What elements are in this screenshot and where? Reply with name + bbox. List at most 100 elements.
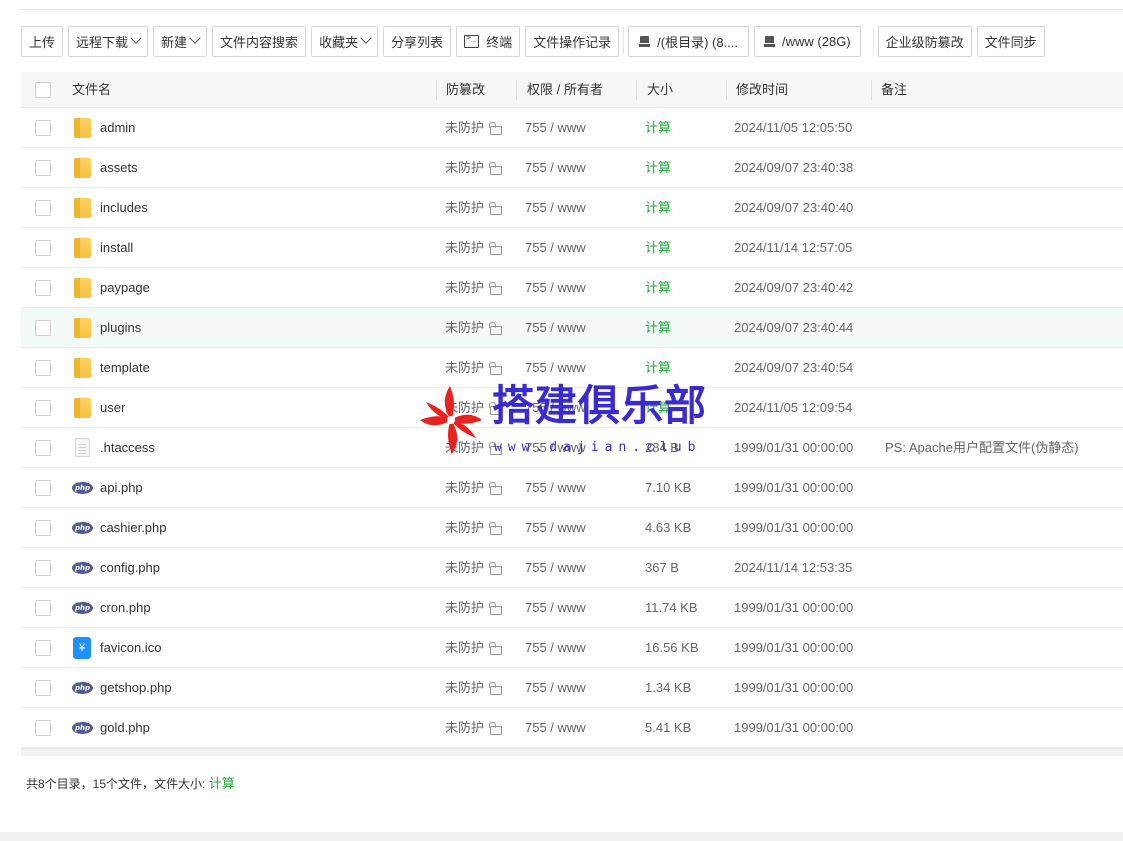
- file-name[interactable]: gold.php: [100, 708, 150, 748]
- file-name[interactable]: config.php: [100, 548, 160, 588]
- file-name[interactable]: getshop.php: [100, 668, 172, 708]
- permission-owner[interactable]: 755 / www: [525, 268, 586, 308]
- row-checkbox[interactable]: [35, 160, 51, 176]
- calc-size-link[interactable]: 计算: [645, 268, 671, 308]
- table-row[interactable]: php gold.php 未防护 755 / www 5.41 KB 1999/01/31…: [21, 708, 1123, 748]
- file-sync-button[interactable]: 文件同步: [976, 25, 1045, 57]
- file-name[interactable]: plugins: [100, 308, 141, 348]
- calc-size-link[interactable]: 计算: [645, 108, 671, 148]
- row-checkbox[interactable]: [35, 240, 51, 256]
- tamper-status[interactable]: 未防护: [445, 308, 484, 348]
- permission-owner[interactable]: 755 / www: [525, 308, 586, 348]
- unlock-icon[interactable]: [489, 522, 502, 535]
- select-all-checkbox[interactable]: [35, 82, 51, 98]
- tamper-status[interactable]: 未防护: [445, 428, 484, 468]
- permission-owner[interactable]: 755 / www: [525, 188, 586, 228]
- tamper-status[interactable]: 未防护: [445, 628, 484, 668]
- file-name[interactable]: cashier.php: [100, 508, 167, 548]
- unlock-icon[interactable]: [489, 162, 502, 175]
- calc-size-link[interactable]: 计算: [645, 388, 671, 428]
- unlock-icon[interactable]: [489, 402, 502, 415]
- share-list-button[interactable]: 分享列表: [383, 25, 452, 57]
- tamper-status[interactable]: 未防护: [445, 348, 484, 388]
- file-name[interactable]: assets: [100, 148, 138, 188]
- permission-owner[interactable]: 755 / www: [525, 108, 586, 148]
- table-row[interactable]: ¥ favicon.ico 未防护 755 / www 16.56 KB 1999/01/…: [21, 628, 1123, 668]
- table-row[interactable]: php config.php 未防护 755 / www 367 B 2024/11/14…: [21, 548, 1123, 588]
- column-header-name[interactable]: 文件名: [72, 72, 111, 108]
- upload-button[interactable]: 上传: [21, 25, 64, 57]
- row-checkbox[interactable]: [35, 560, 51, 576]
- table-row[interactable]: php api.php 未防护 755 / www 7.10 KB 1999/01/31 …: [21, 468, 1123, 508]
- permission-owner[interactable]: 755 / www: [525, 668, 586, 708]
- file-name[interactable]: paypage: [100, 268, 150, 308]
- file-name[interactable]: user: [100, 388, 125, 428]
- root-disk-button[interactable]: /(根目录) (8....: [628, 25, 750, 57]
- unlock-icon[interactable]: [489, 482, 502, 495]
- file-name[interactable]: .htaccess: [100, 428, 155, 468]
- calc-size-link[interactable]: 计算: [645, 228, 671, 268]
- table-row[interactable]: template 未防护 755 / www 计算 2024/09/07 23:40:5…: [21, 348, 1123, 388]
- row-checkbox[interactable]: [35, 520, 51, 536]
- permission-owner[interactable]: 755 / www: [525, 508, 586, 548]
- new-button[interactable]: 新建: [153, 25, 208, 57]
- table-row[interactable]: user 未防护 755 / www 计算 2024/11/05 12:09:54: [21, 388, 1123, 428]
- column-header-tamper[interactable]: 防篡改: [446, 72, 485, 108]
- unlock-icon[interactable]: [489, 722, 502, 735]
- horizontal-scrollbar[interactable]: [21, 748, 1123, 756]
- calc-size-link[interactable]: 计算: [645, 308, 671, 348]
- table-row[interactable]: php cron.php 未防护 755 / www 11.74 KB 1999/01/3…: [21, 588, 1123, 628]
- row-checkbox[interactable]: [35, 280, 51, 296]
- tamper-status[interactable]: 未防护: [445, 668, 484, 708]
- permission-owner[interactable]: 755 / www: [525, 348, 586, 388]
- row-checkbox[interactable]: [35, 360, 51, 376]
- table-row[interactable]: php cashier.php 未防护 755 / www 4.63 KB 1999/01…: [21, 508, 1123, 548]
- unlock-icon[interactable]: [489, 642, 502, 655]
- tamper-status[interactable]: 未防护: [445, 388, 484, 428]
- file-name[interactable]: cron.php: [100, 588, 151, 628]
- permission-owner[interactable]: 755 / www: [525, 148, 586, 188]
- column-header-perm[interactable]: 权限 / 所有者: [527, 72, 603, 108]
- unlock-icon[interactable]: [489, 322, 502, 335]
- permission-owner[interactable]: 755 / www: [525, 428, 586, 468]
- tamper-status[interactable]: 未防护: [445, 508, 484, 548]
- tamper-status[interactable]: 未防护: [445, 268, 484, 308]
- file-name[interactable]: template: [100, 348, 150, 388]
- www-disk-button[interactable]: /www (28G): [754, 25, 861, 57]
- permission-owner[interactable]: 755 / www: [525, 708, 586, 748]
- favorites-button[interactable]: 收藏夹: [311, 25, 379, 57]
- remote-download-button[interactable]: 远程下载: [68, 25, 149, 57]
- row-checkbox[interactable]: [35, 720, 51, 736]
- table-row[interactable]: paypage 未防护 755 / www 计算 2024/09/07 23:40:42: [21, 268, 1123, 308]
- table-row[interactable]: php getshop.php 未防护 755 / www 1.34 KB 1999/01…: [21, 668, 1123, 708]
- tamper-status[interactable]: 未防护: [445, 228, 484, 268]
- file-name[interactable]: favicon.ico: [100, 628, 161, 668]
- row-checkbox[interactable]: [35, 320, 51, 336]
- row-checkbox[interactable]: [35, 640, 51, 656]
- permission-owner[interactable]: 755 / www: [525, 588, 586, 628]
- unlock-icon[interactable]: [489, 562, 502, 575]
- tamper-proof-button[interactable]: 企业级防篡改: [877, 25, 972, 57]
- calc-size-link[interactable]: 计算: [645, 348, 671, 388]
- unlock-icon[interactable]: [489, 242, 502, 255]
- footer-calc-link[interactable]: 计算: [209, 776, 235, 791]
- row-checkbox[interactable]: [35, 680, 51, 696]
- unlock-icon[interactable]: [489, 442, 502, 455]
- op-log-button[interactable]: 文件操作记录: [525, 25, 620, 57]
- row-checkbox[interactable]: [35, 480, 51, 496]
- row-checkbox[interactable]: [35, 120, 51, 136]
- file-name[interactable]: install: [100, 228, 133, 268]
- calc-size-link[interactable]: 计算: [645, 148, 671, 188]
- unlock-icon[interactable]: [489, 202, 502, 215]
- file-name[interactable]: api.php: [100, 468, 143, 508]
- tamper-status[interactable]: 未防护: [445, 548, 484, 588]
- file-note[interactable]: PS: Apache用户配置文件(伪静态): [885, 428, 1079, 468]
- table-row[interactable]: .htaccess 未防护 755 / www 284 B 1999/01/31 00:…: [21, 428, 1123, 468]
- permission-owner[interactable]: 755 / www: [525, 548, 586, 588]
- row-checkbox[interactable]: [35, 200, 51, 216]
- row-checkbox[interactable]: [35, 440, 51, 456]
- row-checkbox[interactable]: [35, 600, 51, 616]
- terminal-button[interactable]: 终端: [456, 25, 521, 57]
- table-row[interactable]: assets 未防护 755 / www 计算 2024/09/07 23:40:38: [21, 148, 1123, 188]
- unlock-icon[interactable]: [489, 362, 502, 375]
